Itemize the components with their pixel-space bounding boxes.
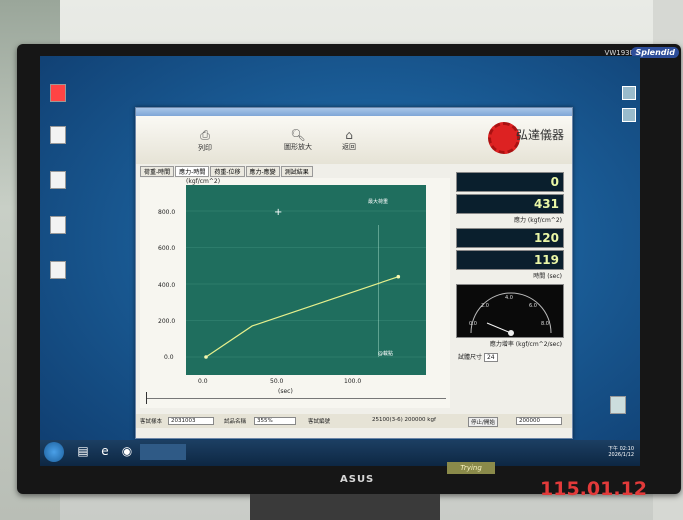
x-axis-label: (sec)	[278, 388, 293, 395]
desktop-icon-app[interactable]	[46, 84, 70, 104]
test-id-label: 客試編號	[308, 419, 331, 425]
monitor-stand	[250, 494, 440, 520]
series-line	[205, 276, 399, 358]
time-display-2: 119	[456, 250, 564, 270]
chrome-icon[interactable]: ◉	[118, 444, 136, 460]
monitor-bezel-top: VW193D Splendid	[17, 44, 681, 58]
sample-field[interactable]: 2031003	[168, 417, 214, 425]
data-point	[396, 274, 401, 279]
capacity-field[interactable]: 200000	[516, 417, 562, 425]
x-tick: 0.0	[198, 378, 208, 385]
data-point	[204, 355, 208, 359]
desktop-icon-right-1[interactable]	[622, 86, 636, 100]
desktop-icon-doc3[interactable]	[46, 261, 70, 281]
trying-sticker: Trying	[447, 462, 495, 474]
app-toolbar: ⎙ 列印 🔍︎ 圖形放大 ⌂ 返回 弘達儀器	[136, 116, 572, 164]
windows-taskbar: ▤ e ◉ 下午 02:10 2026/1/12	[40, 440, 640, 466]
zoom-button[interactable]: 🔍︎ 圖形放大	[284, 128, 312, 152]
gauge-tick: 6.0	[529, 303, 537, 309]
test-app-window: ⎙ 列印 🔍︎ 圖形放大 ⌂ 返回 弘達儀器 荷重-時間 應力-時間 荷重-位移 應力-應變…	[135, 107, 573, 439]
range-text: 25100(3-6) 200000 kgf	[372, 417, 436, 423]
stress-display: 431	[456, 194, 564, 214]
plot-canvas: + 最大荷重 @載點	[186, 185, 426, 375]
photo-date-stamp: 115.01.12	[540, 478, 647, 500]
time-display-1: 120	[456, 228, 564, 248]
gauge-hub	[508, 330, 514, 336]
gauge-needle	[486, 322, 512, 334]
desktop-icon-notepad[interactable]	[46, 216, 70, 236]
back-button[interactable]: ⌂ 返回	[342, 128, 356, 152]
y-tick: 800.0	[158, 209, 176, 216]
x-tick: 100.0	[344, 378, 362, 385]
product-label: 試品名稱	[224, 419, 247, 425]
gauge-tick: 2.0	[481, 303, 489, 309]
tab-test-results[interactable]: 測試結果	[280, 166, 313, 177]
magnifier-icon: 🔍︎	[290, 128, 306, 142]
rate-label: 應力增率 (kgf/cm^2/sec)	[489, 341, 562, 348]
back-label: 返回	[342, 143, 356, 151]
tab-stress-time[interactable]: 應力-時間	[175, 166, 210, 177]
taskbar-app-button[interactable]	[140, 444, 186, 460]
gauge-tick: 0.0	[469, 321, 477, 327]
desktop-icon-doc2[interactable]	[46, 171, 70, 191]
tab-load-displacement[interactable]: 荷重-位移	[210, 166, 245, 177]
door-icon: ⌂	[345, 128, 353, 142]
zoom-label: 圖形放大	[284, 143, 312, 151]
specimen-size-row: 試體尺寸 24	[454, 352, 566, 362]
chart-area: (kgf/cm^2) + 最大荷重 @載點 800.0 600.0 400.0 20…	[140, 178, 450, 408]
asus-logo: ASUS	[340, 474, 375, 485]
gauge-tick: 8.0	[541, 321, 549, 327]
y-axis-label: (kgf/cm^2)	[186, 178, 221, 185]
gauge-svg: 0.0 2.0 4.0 6.0 8.0	[469, 292, 552, 336]
start-button[interactable]	[44, 442, 64, 462]
y-tick: 400.0	[158, 282, 176, 289]
plot-svg: + 最大荷重 @載點	[186, 198, 426, 359]
specimen-size-field[interactable]: 24	[483, 353, 498, 362]
readout-panel: 0 431 應力 (kgf/cm^2) 120 119 時間 (sec) 0.0…	[454, 170, 566, 362]
desktop-icon-doc1[interactable]	[46, 126, 70, 146]
sample-label: 客試樣本	[140, 419, 163, 425]
crosshair-marker: +	[274, 207, 282, 218]
load-display: 0	[456, 172, 564, 192]
tab-load-time[interactable]: 荷重-時間	[140, 166, 175, 177]
x-tick: 50.0	[270, 378, 284, 385]
desktop-screen: ⎙ 列印 🔍︎ 圖形放大 ⌂ 返回 弘達儀器 荷重-時間 應力-時間 荷重-位移 應力-應變…	[40, 56, 640, 466]
y-tick: 600.0	[158, 245, 176, 252]
app-titlebar	[136, 108, 572, 116]
y-tick: 0.0	[164, 354, 174, 361]
max-load-annotation: 最大荷重	[368, 198, 388, 205]
stress-label: 應力 (kgf/cm^2)	[514, 217, 562, 224]
recycle-bin-icon[interactable]	[606, 396, 630, 416]
point-annotation: @載點	[378, 350, 393, 357]
scroll-marker[interactable]	[146, 392, 147, 404]
product-field[interactable]: 355%	[254, 417, 296, 425]
printer-icon: ⎙	[200, 128, 210, 142]
gauge-tick: 4.0	[505, 295, 513, 301]
chart-tabs: 荷重-時間 應力-時間 荷重-位移 應力-應變 測試結果	[140, 166, 314, 177]
specimen-size-label: 試體尺寸	[458, 354, 483, 361]
time-label: 時間 (sec)	[533, 273, 562, 280]
company-name: 弘達儀器	[515, 128, 564, 142]
tab-stress-strain[interactable]: 應力-應變	[245, 166, 280, 177]
internet-explorer-icon[interactable]: e	[96, 444, 114, 460]
stress-rate-gauge: 0.0 2.0 4.0 6.0 8.0	[456, 284, 564, 338]
scroll-rule	[146, 398, 446, 399]
y-tick: 200.0	[158, 318, 176, 325]
file-explorer-icon[interactable]: ▤	[74, 444, 92, 460]
app-statusbar: 客試樣本 2031003 試品名稱 355% 客試編號 25100(3-6) 2…	[136, 414, 572, 428]
desktop-icon-right-2[interactable]	[622, 108, 636, 122]
print-button[interactable]: ⎙ 列印	[198, 128, 212, 153]
print-label: 列印	[198, 144, 212, 152]
taskbar-clock: 下午 02:10 2026/1/12	[608, 446, 634, 458]
stop-start-button[interactable]: 停止/開始	[468, 417, 498, 427]
